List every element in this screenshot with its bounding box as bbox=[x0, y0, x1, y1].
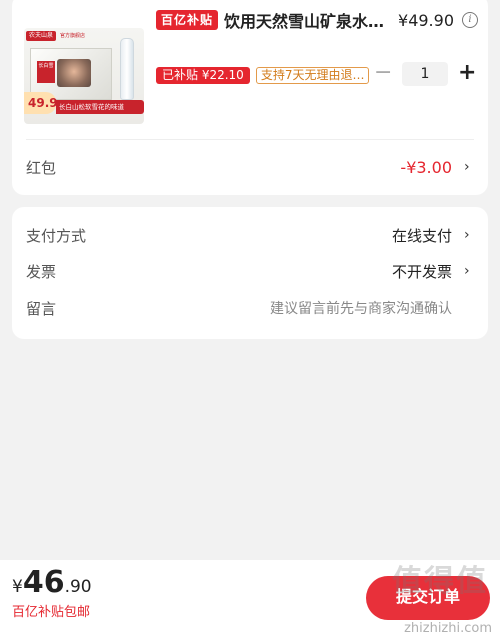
red-packet-value: -¥3.00 bbox=[400, 157, 452, 177]
quantity-input[interactable]: 1 bbox=[402, 62, 448, 86]
product-tags: 已补贴 ¥22.10 支持7天无理由退… bbox=[156, 67, 370, 84]
total-decimal: .90 bbox=[64, 577, 92, 597]
subsidy-badge: 百亿补贴 bbox=[156, 10, 219, 30]
decrease-quantity-button[interactable]: − bbox=[374, 62, 392, 86]
red-packet-label: 红包 bbox=[26, 158, 57, 177]
total-integer: 46 bbox=[22, 565, 65, 600]
thumbnail-brand: 农夫山泉 bbox=[26, 30, 57, 41]
increase-quantity-button[interactable]: + bbox=[458, 62, 476, 86]
order-options-card: 支付方式 在线支付 › 发票 不开发票 › 留言 建议留言前先与商家沟通确认 bbox=[12, 207, 488, 339]
quantity-stepper: − 1 + bbox=[374, 62, 476, 86]
shipping-note: 百亿补贴包邮 bbox=[12, 605, 91, 620]
thumbnail-brand-sub: 官方旗舰店 bbox=[60, 33, 86, 39]
message-row: 留言 建议留言前先与商家沟通确认 bbox=[26, 296, 472, 320]
info-icon[interactable]: i bbox=[462, 12, 478, 28]
watermark-url: zhizhizhi.com bbox=[404, 621, 492, 636]
thumbnail-box-label: 长白雪 bbox=[37, 61, 55, 83]
invoice-label: 发票 bbox=[26, 262, 57, 281]
tiger-artwork bbox=[57, 59, 91, 87]
divider bbox=[26, 139, 474, 140]
total-price: ¥ 46 .90 bbox=[12, 565, 92, 600]
thumbnail-slogan: 长白山松软雪花的味道 bbox=[56, 100, 144, 114]
currency-symbol: ¥ bbox=[12, 577, 23, 597]
message-label: 留言 bbox=[26, 299, 57, 318]
product-name[interactable]: 饮用天然雪山矿泉水… bbox=[224, 8, 386, 32]
payment-method-label: 支付方式 bbox=[26, 226, 87, 245]
invoice-row[interactable]: 发票 不开发票 › bbox=[26, 259, 472, 283]
product-thumbnail[interactable]: 农夫山泉 官方旗舰店 长白雪 49.9 长白山松软雪花的味道 bbox=[24, 28, 144, 124]
invoice-value: 不开发票 bbox=[391, 262, 452, 281]
chevron-right-icon: › bbox=[464, 227, 470, 243]
red-packet-row[interactable]: 红包 -¥3.00 › bbox=[26, 155, 472, 179]
product-card: 农夫山泉 官方旗舰店 长白雪 49.9 长白山松软雪花的味道 百亿补贴 饮用天然… bbox=[12, 0, 488, 195]
watermark-logo: 值得值 bbox=[392, 564, 488, 599]
payment-method-row[interactable]: 支付方式 在线支付 › bbox=[26, 223, 472, 247]
product-title-row: 百亿补贴 饮用天然雪山矿泉水… ¥49.90 i bbox=[156, 8, 478, 32]
thumbnail-price-badge: 49.9 bbox=[24, 92, 58, 114]
message-input[interactable]: 建议留言前先与商家沟通确认 bbox=[270, 298, 452, 318]
water-bottle-image bbox=[120, 38, 134, 100]
return-policy-tag[interactable]: 支持7天无理由退… bbox=[255, 67, 370, 84]
payment-method-value: 在线支付 bbox=[391, 226, 452, 245]
chevron-right-icon: › bbox=[464, 159, 470, 175]
chevron-right-icon: › bbox=[464, 263, 470, 279]
subsidy-amount-tag: 已补贴 ¥22.10 bbox=[156, 67, 250, 84]
unit-price: ¥49.90 bbox=[398, 10, 454, 30]
